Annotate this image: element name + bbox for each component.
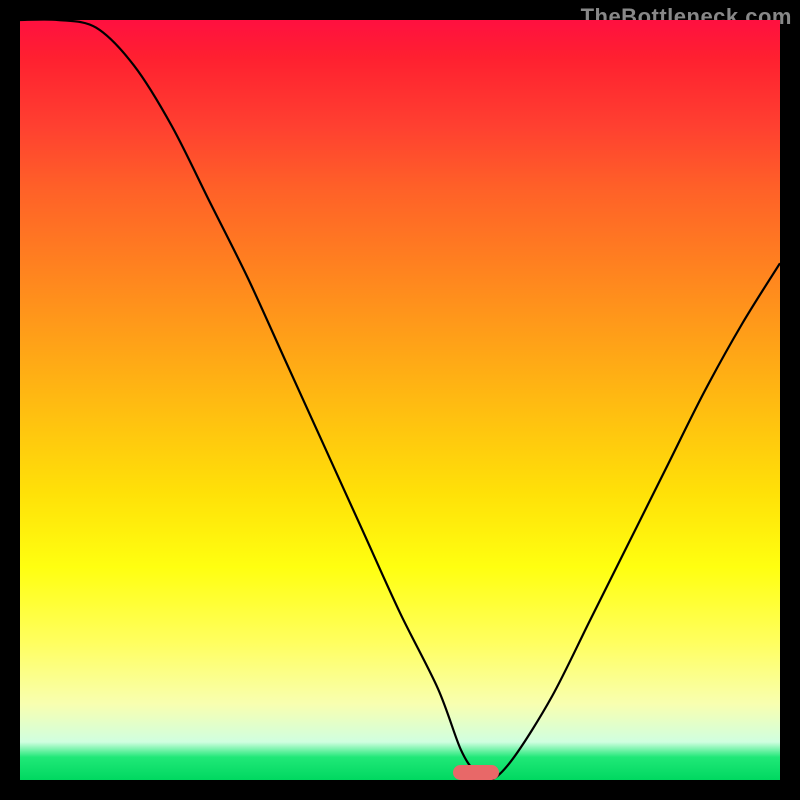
chart-container: TheBottleneck.com [0,0,800,800]
plot-area [20,20,780,780]
optimal-marker [453,765,499,780]
bottleneck-curve [20,20,780,780]
curve-svg [20,20,780,780]
